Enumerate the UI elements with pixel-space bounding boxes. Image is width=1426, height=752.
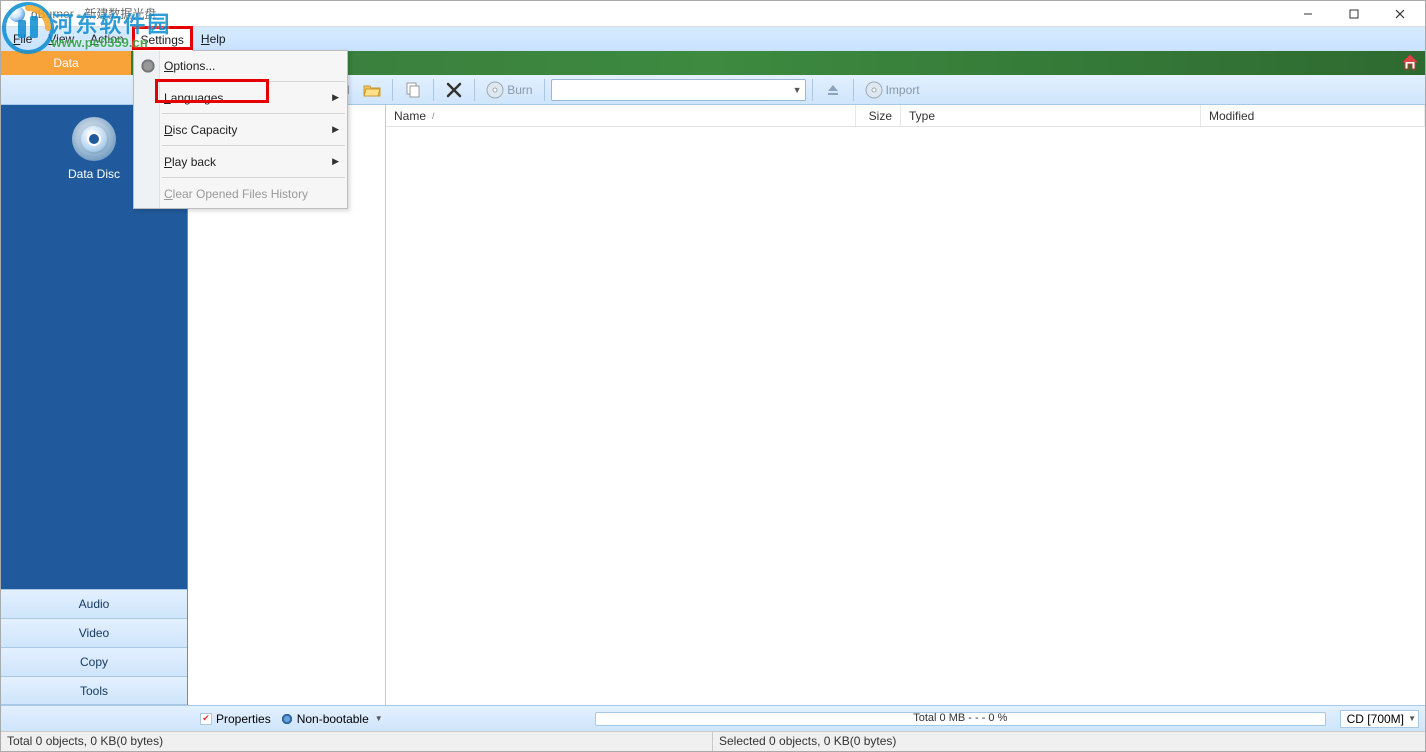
data-disc-label: Data Disc [68,167,120,181]
status-total: Total 0 objects, 0 KB(0 bytes) [1,732,713,751]
delete-icon [445,81,463,99]
menu-play-back[interactable]: Play back▶ [134,147,347,176]
minimize-button[interactable] [1285,2,1331,26]
copy-icon [404,81,422,99]
burn-disc-icon [486,81,504,99]
import-button[interactable]: Import [860,78,925,102]
menubar: File View Action Settings Help Options..… [1,27,1425,51]
list-panel: Name/ Size Type Modified [386,105,1425,705]
gear-icon [281,713,293,725]
chevron-down-icon: ▼ [1408,714,1416,723]
menu-clear-history[interactable]: Clear Opened Files History [134,179,347,208]
chevron-right-icon: ▶ [332,124,339,135]
menu-languages[interactable]: Languages▶ [134,83,347,112]
open-button[interactable] [358,78,386,102]
menu-options[interactable]: Options... [134,51,347,80]
app-window: 河东软件园 www.pc0359.cn gBurner - 新建数据光盘 Fil… [0,0,1426,752]
chevron-right-icon: ▶ [332,92,339,103]
burn-button[interactable]: Burn [481,78,537,102]
menu-settings[interactable]: Settings [132,27,193,51]
home-icon[interactable] [1401,53,1419,71]
chevron-down-icon: ▼ [375,714,383,723]
col-name[interactable]: Name/ [386,105,856,126]
sidebar-video[interactable]: Video [1,618,187,647]
progress-label: Total 0 MB - - - 0 % [596,712,1325,724]
bootable-selector[interactable]: Non-bootable ▼ [281,712,383,726]
footer-bar: ✔ Properties Non-bootable ▼ Total 0 MB -… [1,705,1425,731]
sort-asc-icon: / [432,111,435,121]
data-disc-icon[interactable] [72,117,116,161]
check-icon: ✔ [200,713,212,725]
list-header: Name/ Size Type Modified [386,105,1425,127]
window-title: gBurner - 新建数据光盘 [31,5,156,22]
menu-action[interactable]: Action [82,27,131,51]
burn-label: Burn [507,83,532,97]
settings-dropdown: Options... Languages▶ Disc Capacity▶ Pla… [133,50,348,209]
titlebar: gBurner - 新建数据光盘 [1,1,1425,27]
gear-icon [140,58,156,74]
sidebar-copy[interactable]: Copy [1,647,187,676]
import-label: Import [886,83,920,97]
disc-capacity-selector[interactable]: CD [700M] ▼ [1340,710,1419,728]
delete-button[interactable] [440,78,468,102]
col-type[interactable]: Type [901,105,1201,126]
copy-button[interactable] [399,78,427,102]
drive-combo[interactable]: ▼ [551,79,806,101]
folder-open-icon [363,81,381,99]
menu-help[interactable]: Help [193,27,234,51]
properties-button[interactable]: ✔ Properties [200,712,271,726]
sidebar-audio[interactable]: Audio [1,589,187,618]
app-icon [9,6,25,22]
menu-view[interactable]: View [40,27,82,51]
close-button[interactable] [1377,2,1423,26]
menu-disc-capacity[interactable]: Disc Capacity▶ [134,115,347,144]
status-selected: Selected 0 objects, 0 KB(0 bytes) [713,732,1425,751]
statusbar: Total 0 objects, 0 KB(0 bytes) Selected … [1,731,1425,751]
col-modified[interactable]: Modified [1201,105,1425,126]
eject-icon [824,81,842,99]
chevron-down-icon: ▼ [793,85,802,95]
chevron-right-icon: ▶ [332,156,339,167]
sidebar-tools[interactable]: Tools [1,676,187,705]
menu-file[interactable]: File [5,27,40,51]
eject-button[interactable] [819,78,847,102]
import-disc-icon [865,81,883,99]
list-body[interactable] [386,127,1425,705]
banner-tab-data[interactable]: Data [1,56,131,70]
maximize-button[interactable] [1331,2,1377,26]
capacity-progress: Total 0 MB - - - 0 % [595,712,1326,726]
col-size[interactable]: Size [856,105,901,126]
